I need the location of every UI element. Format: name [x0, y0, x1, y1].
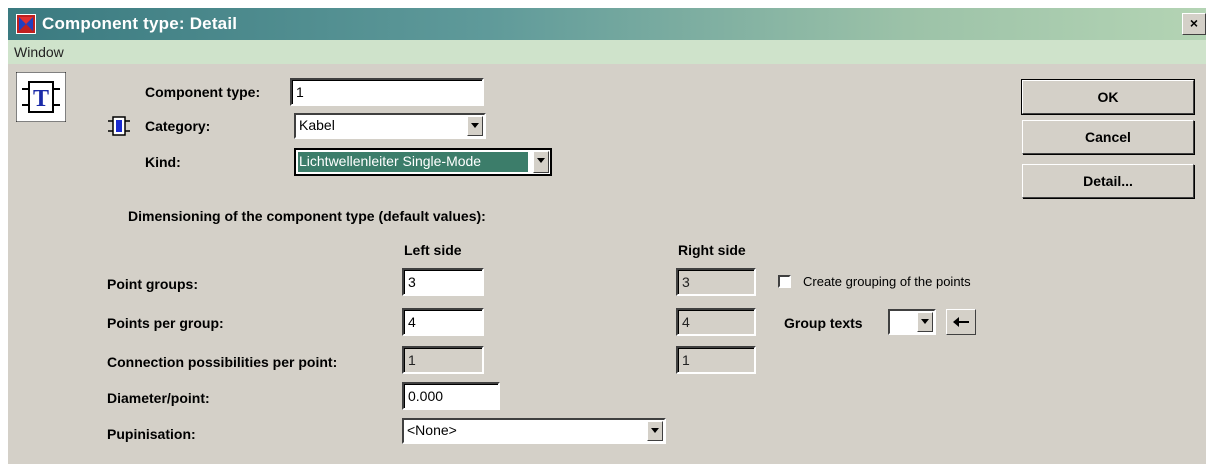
chevron-down-icon[interactable] — [917, 312, 933, 332]
title-bar: Component type: Detail × — [8, 8, 1206, 40]
chevron-down-icon[interactable] — [533, 151, 549, 173]
category-label: Category: — [145, 118, 211, 134]
arrow-left-button[interactable] — [946, 309, 976, 335]
kind-label: Kind: — [145, 154, 181, 170]
group-texts-select[interactable] — [888, 309, 936, 335]
connection-right-field: 1 — [676, 346, 756, 374]
menu-bar: Window — [8, 40, 1206, 64]
chevron-down-icon[interactable] — [647, 421, 663, 441]
dimensioning-heading: Dimensioning of the component type (defa… — [128, 208, 486, 224]
pupinisation-value: <None> — [407, 422, 457, 438]
menu-item-window[interactable]: Window — [14, 44, 64, 60]
component-T-icon: T — [16, 72, 66, 122]
pupinisation-select[interactable]: <None> — [402, 418, 666, 444]
close-button[interactable]: × — [1182, 13, 1206, 35]
connection-left-field: 1 — [402, 346, 484, 374]
connection-possibilities-label: Connection possibilities per point: — [107, 354, 338, 370]
point-groups-left-input[interactable]: 3 — [402, 268, 484, 296]
ok-button[interactable]: OK — [1021, 79, 1195, 115]
point-groups-right-field: 3 — [676, 268, 756, 296]
point-groups-label: Point groups: — [107, 276, 198, 292]
app-window-icon — [16, 14, 36, 34]
points-per-group-left-input[interactable]: 4 — [402, 308, 484, 336]
category-select[interactable]: Kabel — [294, 113, 486, 139]
create-grouping-checkbox[interactable] — [778, 275, 791, 288]
category-select-value: Kabel — [299, 117, 335, 133]
category-block-icon — [108, 116, 130, 136]
right-side-header: Right side — [678, 242, 746, 258]
top-cropped-strip — [0, 0, 1214, 8]
diameter-input[interactable]: 0.000 — [402, 382, 500, 410]
points-per-group-label: Points per group: — [107, 315, 224, 331]
group-texts-label: Group texts — [784, 315, 863, 331]
diameter-label: Diameter/point: — [107, 390, 210, 406]
detail-button[interactable]: Detail... — [1022, 164, 1194, 198]
left-side-header: Left side — [404, 242, 462, 258]
points-per-group-right-field: 4 — [676, 308, 756, 336]
create-grouping-label: Create grouping of the points — [803, 274, 971, 289]
arrow-left-icon — [953, 317, 969, 327]
window-title: Component type: Detail — [42, 14, 238, 33]
component-type-label: Component type: — [145, 84, 261, 100]
component-type-input[interactable]: 1 — [290, 78, 484, 106]
kind-select-value: Lichtwellenleiter Single-Mode — [299, 153, 482, 169]
cancel-button[interactable]: Cancel — [1022, 120, 1194, 154]
chevron-down-icon[interactable] — [467, 116, 483, 136]
pupinisation-label: Pupinisation: — [107, 426, 196, 442]
kind-select[interactable]: Lichtwellenleiter Single-Mode — [294, 148, 552, 176]
svg-text:T: T — [33, 86, 49, 112]
